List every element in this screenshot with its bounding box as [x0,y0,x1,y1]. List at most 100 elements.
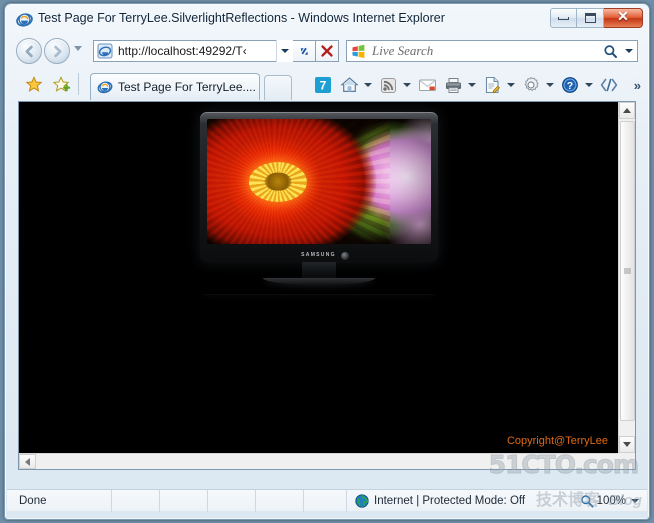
status-cell [112,490,159,512]
scroll-grip [621,268,634,275]
close-icon: ✕ [617,10,629,25]
magnifier-icon [580,494,594,508]
horizontal-scrollbar[interactable] [19,453,618,469]
chevron-down-icon [506,83,515,87]
back-button[interactable] [16,38,42,64]
tab-bar: Test Page For TerryLee.... 7 ? » [6,68,648,100]
tv-body: SAMSUNG [199,112,438,262]
address-input[interactable]: http://localhost:49292/T‹ [118,44,276,58]
search-input[interactable] [372,43,599,59]
tv-brand-label: SAMSUNG [301,252,336,258]
refresh-icon [300,47,308,55]
feeds-dropdown[interactable] [400,73,413,97]
tools-button[interactable] [519,73,556,97]
copyright-text: Copyright@TerryLee [506,435,608,447]
tv-stand-neck [301,262,336,278]
tab-label: Test Page For TerryLee.... [118,80,256,94]
chevron-down-icon [402,83,411,87]
scroll-up-button[interactable] [619,102,635,119]
feeds-button[interactable] [376,73,413,97]
mail-button[interactable] [415,73,439,97]
svg-text:7: 7 [320,79,327,93]
chevron-down-icon [281,49,289,53]
command-bar: 7 ? » [311,72,644,98]
chevron-down-icon[interactable] [631,498,639,503]
zoom-level: 100% [596,494,626,507]
window-title: Test Page For TerryLee.SilverlightReflec… [38,11,445,25]
close-button[interactable]: ✕ [604,8,643,28]
forward-button[interactable] [44,38,70,64]
minimize-button[interactable] [550,8,577,28]
internet-explorer-window: Test Page For TerryLee.SilverlightReflec… [4,3,650,520]
help-dropdown[interactable] [582,73,595,97]
ie-logo-icon [16,11,33,28]
window-buttons: ✕ [550,8,643,28]
search-icon[interactable] [599,40,621,62]
tab-test-page[interactable]: Test Page For TerryLee.... [90,73,260,100]
maximize-icon [584,13,596,23]
page-icon [480,73,504,97]
tv-screen [206,119,431,244]
scrollbar-corner [618,453,635,469]
stop-button[interactable] [316,40,339,62]
ie-page-icon [97,79,113,95]
zoom-control[interactable]: 100% [529,494,647,508]
television-graphic: SAMSUNG [199,112,438,285]
recent-pages-icon[interactable] [74,46,82,51]
browser-content-frame: SAMSUNG Copyright@TerryLee [18,101,636,470]
new-tab-button[interactable] [264,75,292,100]
address-dropdown-button[interactable] [276,40,293,62]
favorites-center-button[interactable] [24,75,44,94]
chevron-down-icon [545,83,554,87]
blend-button[interactable] [597,73,621,97]
help-button[interactable]: ? [558,73,595,97]
add-to-favorites-button[interactable] [52,75,72,94]
tv-stand-base [262,278,375,285]
print-dropdown[interactable] [465,73,478,97]
vertical-scroll-thumb[interactable] [620,121,635,421]
vertical-scrollbar[interactable] [618,102,635,453]
ie7-badge-button[interactable]: 7 [311,73,335,97]
status-cell [208,490,255,512]
status-cell [160,490,207,512]
minimize-icon [558,16,569,20]
star-plus-icon [53,76,71,92]
search-box-container[interactable] [346,40,638,62]
triangle-up-icon [623,108,631,113]
page-dropdown[interactable] [504,73,517,97]
chevron-down-icon [584,83,593,87]
scroll-left-button[interactable] [19,454,36,469]
gear-icon [519,73,543,97]
status-cell [256,490,303,512]
zone-text: Internet | Protected Mode: Off [374,494,526,507]
print-button[interactable] [441,73,478,97]
chevron-down-icon [363,83,372,87]
page-button[interactable] [480,73,517,97]
address-bar: http://localhost:49292/T‹ [6,34,648,68]
scroll-down-button[interactable] [619,436,635,453]
security-zone-indicator[interactable]: Internet | Protected Mode: Off [347,493,529,508]
globe-icon [355,493,369,508]
help-question-icon: ? [558,73,582,97]
triangle-down-icon [623,442,631,447]
chevron-down-icon [467,83,476,87]
web-page-canvas: SAMSUNG Copyright@TerryLee [19,102,618,453]
svg-text:?: ? [567,80,573,92]
home-button[interactable] [337,73,374,97]
title-bar: Test Page For TerryLee.SilverlightReflec… [6,5,648,34]
back-arrow-icon [25,45,33,57]
status-bar: Done Internet | Protected Mode: Off 100% [7,489,647,512]
home-dropdown[interactable] [361,73,374,97]
dahlia-flower-image [206,119,431,244]
refresh-button[interactable] [293,40,316,62]
home-icon [337,73,361,97]
printer-icon [441,73,465,97]
search-options-button[interactable] [621,40,637,62]
command-bar-overflow[interactable]: » [634,78,644,93]
maximize-button[interactable] [577,8,604,28]
tools-dropdown[interactable] [543,73,556,97]
tab-separator [78,73,79,95]
stop-icon [321,45,333,57]
address-input-container[interactable]: http://localhost:49292/T‹ [93,40,293,62]
tv-reflection: SAMSUNG [194,113,443,453]
